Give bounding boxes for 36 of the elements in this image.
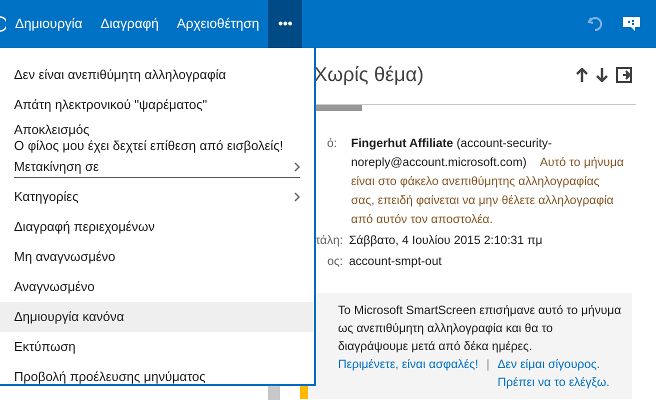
sender-details: Fingerhut Affiliate (account-security-noreply@account.microsoft.com) Αυτό το μήνυμα είναι στο φάκελο ανεπιθύμητης αλληλογραφίας σας, επειδή φαίνεται να μην θέλετε αλληλογραφία από αυτόν τον αποστολέα. — [350, 135, 625, 228]
link-separator: | — [486, 356, 490, 373]
menu-item[interactable]: Προβολή προέλευσης μηνύματος — [0, 362, 314, 392]
chevron-right-icon — [294, 162, 300, 172]
message-subject: Χωρίς θέμα) — [314, 63, 424, 88]
action-link[interactable]: Δεν είμαι σίγουρος. Πρέπει να το ελέγξω. — [498, 355, 622, 391]
header-value: account-smpt-out — [349, 253, 442, 270]
menu-item[interactable]: Μη αναγνωσμένο — [0, 242, 314, 272]
sender-bar — [314, 105, 362, 111]
header-label: ος: — [326, 253, 344, 270]
scrollbar[interactable] — [268, 386, 280, 400]
menu-item[interactable]: Αναγνωσμένο — [0, 272, 314, 302]
popout-icon[interactable] — [616, 67, 632, 83]
arrow-up-icon[interactable] — [576, 68, 588, 82]
menu-item[interactable]: Απάτη ηλεκτρονικού "ψαρέματος" — [0, 90, 314, 120]
add-icon[interactable] — [0, 16, 6, 32]
menu-item[interactable]: Ο φίλος μου έχει δεχτεί επίθεση από εισβολείς! — [0, 138, 314, 154]
menu-item[interactable]: Εκτύπωση — [0, 332, 314, 362]
toolbar-button[interactable]: Αρχειοθέτηση — [168, 0, 268, 48]
chevron-right-icon — [294, 192, 300, 202]
action-link[interactable]: Περιμένετε, είναι ασφαλές! — [338, 355, 478, 373]
toolbar-button[interactable]: Διαγραφή — [91, 0, 168, 48]
header-label: τάλη: — [314, 232, 344, 249]
warning-message: Το Microsoft SmartScreen επισήμανε αυτό το μήνυμα ως ανεπιθύμητη αλληλογραφία και θα το διαγράψουμε μετά από δέκα ημέρες. — [338, 302, 622, 355]
more-button[interactable]: ••• — [268, 0, 302, 48]
menu-item[interactable]: Διαγραφή περιεχομένων — [0, 212, 314, 242]
arrow-down-icon[interactable] — [596, 68, 608, 82]
menu-item[interactable]: Κατηγορίες — [0, 182, 314, 212]
header-label: ό: — [326, 135, 338, 152]
menu-item[interactable]: Μετακίνηση σε — [14, 156, 300, 178]
menu-item[interactable]: Δεν είναι ανεπιθύμητη αλληλογραφία — [0, 60, 314, 90]
chat-icon[interactable] — [623, 16, 640, 32]
menu-item[interactable]: Δημιουργία κανόνα — [0, 302, 314, 332]
menu-item[interactable]: Αποκλεισμός — [0, 122, 314, 138]
header-value: Σάββατο, 4 Ιουλίου 2015 2:10:31 πμ — [349, 232, 542, 249]
toolbar-button[interactable]: Δημιουργία — [6, 0, 92, 48]
